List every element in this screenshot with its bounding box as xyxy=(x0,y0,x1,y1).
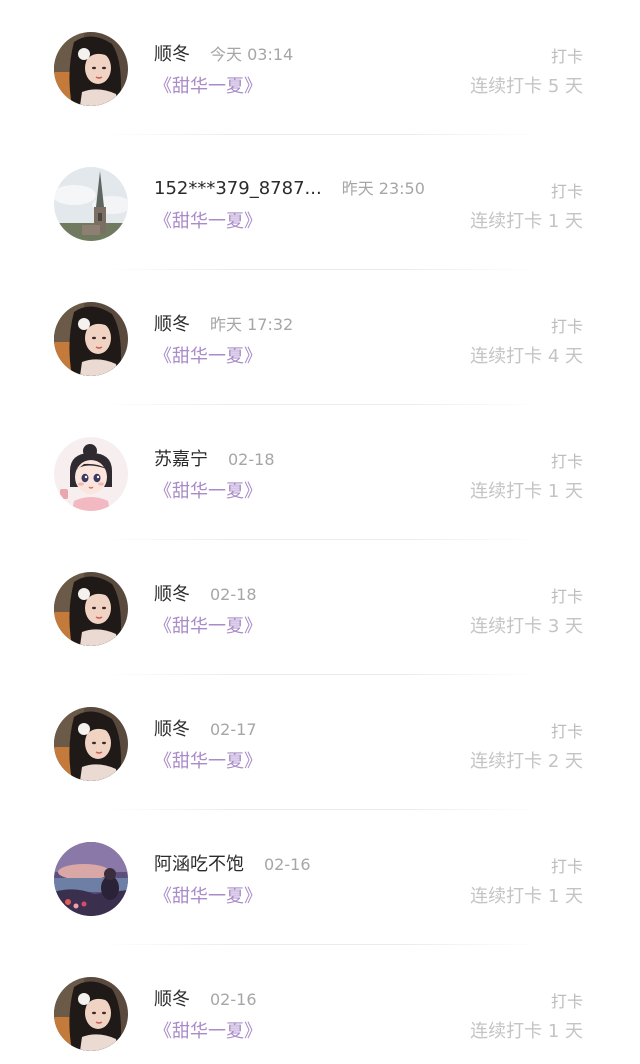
post-time: 昨天 23:50 xyxy=(341,179,425,198)
topic-link[interactable]: 《甜华一夏》 xyxy=(154,1017,262,1043)
topic-link[interactable]: 《甜华一夏》 xyxy=(154,747,262,773)
avatar-girl-dark-hair-icon xyxy=(54,302,128,376)
list-item[interactable]: 顺冬 昨天 17:32 《甜华一夏》 打卡 连续打卡 4 天 xyxy=(0,270,640,405)
item-meta: 顺冬 昨天 17:32 xyxy=(154,310,293,336)
avatar[interactable] xyxy=(54,32,128,106)
user-name[interactable]: 顺冬 xyxy=(154,40,190,66)
avatar[interactable] xyxy=(54,437,128,511)
checkin-tag: 打卡 xyxy=(550,722,583,741)
topic-link[interactable]: 《甜华一夏》 xyxy=(154,207,262,233)
item-meta: 顺冬 今天 03:14 xyxy=(154,40,293,66)
topic-link[interactable]: 《甜华一夏》 xyxy=(154,477,262,503)
item-meta: 阿涵吃不饱 02-16 xyxy=(154,850,311,876)
list-item[interactable]: 苏嘉宁 02-18 《甜华一夏》 打卡 连续打卡 1 天 xyxy=(0,405,640,540)
list-item[interactable]: 顺冬 02-17 《甜华一夏》 打卡 连续打卡 2 天 xyxy=(0,675,640,810)
streak-days: 连续打卡 1 天 xyxy=(470,211,583,232)
streak-days: 连续打卡 3 天 xyxy=(470,616,583,637)
list-item[interactable]: 顺冬 02-18 《甜华一夏》 打卡 连续打卡 3 天 xyxy=(0,540,640,675)
streak-days: 连续打卡 1 天 xyxy=(470,886,583,907)
topic-link[interactable]: 《甜华一夏》 xyxy=(154,882,262,908)
checkin-tag: 打卡 xyxy=(550,47,583,66)
avatar-girl-dark-hair-icon xyxy=(54,572,128,646)
streak-days: 连续打卡 2 天 xyxy=(470,751,583,772)
item-meta: 顺冬 02-16 xyxy=(154,985,257,1011)
user-name[interactable]: 顺冬 xyxy=(154,715,190,741)
streak-days: 连续打卡 1 天 xyxy=(470,1021,583,1042)
checkin-tag: 打卡 xyxy=(550,587,583,606)
user-name[interactable]: 阿涵吃不饱 xyxy=(154,850,244,876)
avatar[interactable] xyxy=(54,572,128,646)
topic-link[interactable]: 《甜华一夏》 xyxy=(154,612,262,638)
streak-days: 连续打卡 1 天 xyxy=(470,481,583,502)
streak-days: 连续打卡 5 天 xyxy=(470,76,583,97)
checkin-tag: 打卡 xyxy=(550,857,583,876)
avatar-girl-dark-hair-icon xyxy=(54,977,128,1051)
topic-link[interactable]: 《甜华一夏》 xyxy=(154,342,262,368)
post-time: 昨天 17:32 xyxy=(210,315,294,334)
item-meta: 苏嘉宁 02-18 xyxy=(154,445,275,471)
user-name[interactable]: 顺冬 xyxy=(154,580,190,606)
user-name[interactable]: 152***379_8787... xyxy=(154,178,322,199)
avatar-girl-dark-hair-icon xyxy=(54,707,128,781)
list-item[interactable]: 152***379_8787... 昨天 23:50 《甜华一夏》 打卡 连续打… xyxy=(0,135,640,270)
list-item[interactable]: 顺冬 今天 03:14 《甜华一夏》 打卡 连续打卡 5 天 xyxy=(0,0,640,135)
avatar[interactable] xyxy=(54,707,128,781)
list-item[interactable]: 阿涵吃不饱 02-16 《甜华一夏》 打卡 连续打卡 1 天 xyxy=(0,810,640,945)
checkin-tag: 打卡 xyxy=(550,182,583,201)
topic-link[interactable]: 《甜华一夏》 xyxy=(154,72,262,98)
post-time: 02-17 xyxy=(210,720,257,739)
avatar-church-spire-icon xyxy=(54,167,128,241)
avatar[interactable] xyxy=(54,302,128,376)
checkin-tag: 打卡 xyxy=(550,992,583,1011)
post-time: 02-18 xyxy=(210,585,257,604)
user-name[interactable]: 顺冬 xyxy=(154,985,190,1011)
avatar[interactable] xyxy=(54,842,128,916)
avatar-girl-dark-hair-icon xyxy=(54,32,128,106)
list-item[interactable]: 顺冬 02-16 《甜华一夏》 打卡 连续打卡 1 天 xyxy=(0,945,640,1064)
avatar[interactable] xyxy=(54,167,128,241)
post-time: 02-16 xyxy=(210,990,257,1009)
user-name[interactable]: 苏嘉宁 xyxy=(154,445,208,471)
post-time: 今天 03:14 xyxy=(210,45,294,64)
checkin-tag: 打卡 xyxy=(550,452,583,471)
streak-days: 连续打卡 4 天 xyxy=(470,346,583,367)
checkin-tag: 打卡 xyxy=(550,317,583,336)
avatar[interactable] xyxy=(54,977,128,1051)
item-meta: 顺冬 02-18 xyxy=(154,580,257,606)
post-time: 02-18 xyxy=(228,450,275,469)
avatar-cartoon-girl-icon xyxy=(54,437,128,511)
avatar-sunset-landscape-icon xyxy=(54,842,128,916)
user-name[interactable]: 顺冬 xyxy=(154,310,190,336)
item-meta: 顺冬 02-17 xyxy=(154,715,257,741)
checkin-feed-list: 顺冬 今天 03:14 《甜华一夏》 打卡 连续打卡 5 天 152***379… xyxy=(0,0,640,1064)
post-time: 02-16 xyxy=(264,855,311,874)
item-meta: 152***379_8787... 昨天 23:50 xyxy=(154,175,425,199)
